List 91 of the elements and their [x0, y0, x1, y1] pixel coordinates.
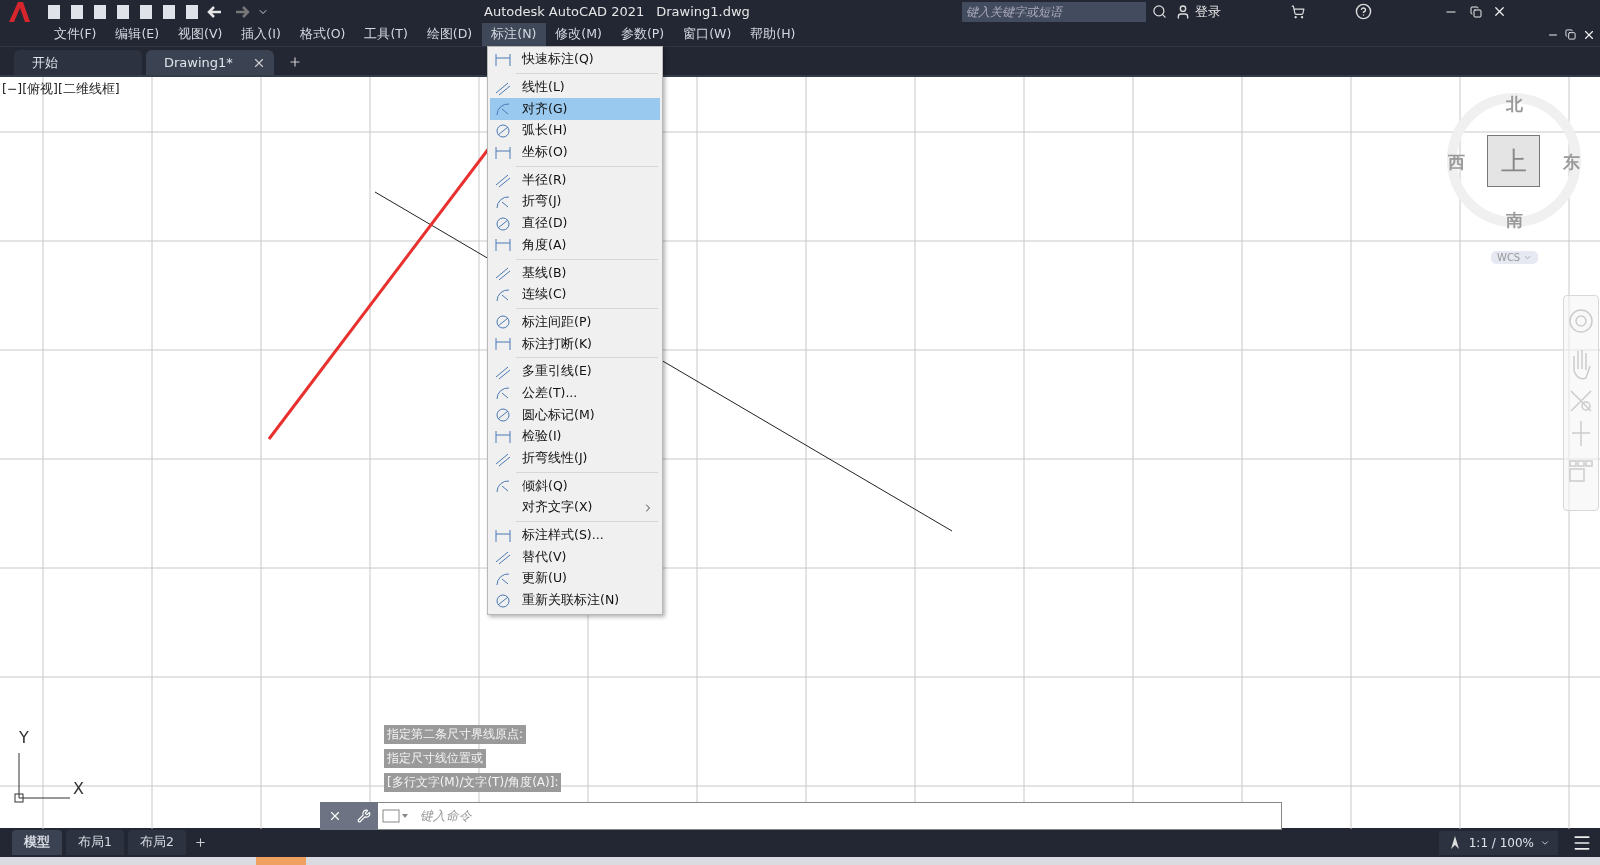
menu-option[interactable]: 坐标(O) [490, 141, 660, 164]
dimension-icon [494, 172, 512, 189]
document-tab[interactable]: 开始 [14, 50, 142, 75]
dimension-icon [494, 478, 512, 495]
dimension-icon [494, 193, 512, 210]
dimension-icon [494, 144, 512, 161]
dimension-icon [494, 570, 512, 587]
menu-option[interactable]: 多重引线(E) [490, 360, 660, 383]
menu-option[interactable]: 标注间距(P) [490, 311, 660, 334]
restore-icon[interactable] [1469, 5, 1482, 18]
add-layout-icon[interactable] [193, 836, 207, 849]
dimension-icon [494, 428, 512, 445]
dimension-icon [494, 314, 512, 331]
dimension-icon [494, 101, 512, 118]
dimension-icon [494, 265, 512, 282]
y-axis-label: Y [19, 728, 29, 747]
dimension-icon [494, 407, 512, 424]
submenu-option[interactable]: 对齐文字(X) [490, 497, 660, 519]
menu-item[interactable]: 文件(F) [44, 23, 106, 46]
layout-tab[interactable]: 模型 [12, 830, 62, 855]
menu-option[interactable]: 快速标注(Q) [490, 49, 660, 71]
x-axis-label: X [73, 779, 84, 798]
menu-option[interactable]: 圆心标记(M) [490, 404, 660, 426]
menu-option[interactable]: 直径(D) [490, 212, 660, 235]
toolbar-file-icon[interactable] [138, 3, 154, 20]
menu-item[interactable]: 帮助(H) [740, 23, 805, 46]
menu-option[interactable]: 更新(U) [490, 568, 660, 590]
menu-option[interactable]: 折弯线性(J) [490, 447, 660, 470]
dimension-icon [494, 122, 512, 139]
window-title: Autodesk AutoCAD 2021 [484, 4, 645, 19]
menu-option[interactable]: 检验(I) [490, 426, 660, 448]
menu-item[interactable]: 修改(M) [545, 23, 612, 46]
restore-icon[interactable] [1565, 29, 1576, 40]
toolbar-file-icon[interactable] [92, 3, 108, 20]
dimension-icon [494, 592, 512, 609]
taskbar-highlight [256, 857, 306, 865]
cart-icon[interactable] [1290, 4, 1305, 19]
menu-item[interactable]: 窗口(W) [673, 23, 741, 46]
command-prompt-icon [382, 809, 410, 823]
command-history-button[interactable] [378, 802, 410, 830]
menu-item[interactable]: 工具(T) [354, 23, 418, 46]
toolbar-file-icon[interactable] [115, 3, 131, 20]
menu-item[interactable]: 视图(V) [168, 23, 232, 46]
layout-tab[interactable]: 布局2 [127, 830, 186, 855]
dimension-icon [494, 549, 512, 566]
menu-option[interactable]: 弧长(H) [490, 120, 660, 142]
caret-icon [1523, 253, 1533, 262]
menu-option[interactable]: 角度(A) [490, 234, 660, 257]
menu-item[interactable]: 插入(I) [231, 23, 291, 46]
toolbar-file-icon[interactable] [69, 3, 85, 20]
wrench-icon[interactable] [356, 809, 371, 823]
menu-item[interactable]: 编辑(E) [105, 23, 169, 46]
menu-option[interactable]: 标注打断(K) [490, 333, 660, 355]
menu-option[interactable]: 倾斜(Q) [490, 475, 660, 498]
menu-option[interactable]: 替代(V) [490, 546, 660, 569]
toolbar-file-icon[interactable] [46, 3, 62, 20]
dimension-icon [494, 336, 512, 353]
toolbar-file-icon[interactable] [184, 3, 200, 20]
menu-option[interactable]: 标注样式(S)... [490, 524, 660, 547]
dimension-icon [494, 527, 512, 544]
app-logo-icon[interactable] [6, 0, 32, 23]
menu-option[interactable]: 连续(C) [490, 283, 660, 306]
menu-option[interactable]: 公差(T)... [490, 382, 660, 405]
menu-option[interactable]: 半径(R) [490, 169, 660, 192]
menu-item[interactable]: 绘图(D) [417, 23, 482, 46]
menu-option[interactable]: 基线(B) [490, 262, 660, 284]
command-input[interactable]: 键入命令 [410, 802, 1282, 830]
menu-option[interactable]: 线性(L) [490, 76, 660, 99]
toolbar-file-icon[interactable] [161, 3, 177, 20]
dimension-icon [494, 51, 512, 68]
menu-option[interactable]: 折弯(J) [490, 191, 660, 213]
login-link[interactable]: 登录 [1194, 2, 1221, 21]
document-name: Drawing1.dwg [656, 4, 750, 19]
dimension-icon [494, 215, 512, 232]
dimension-icon [494, 286, 512, 303]
menu-item[interactable]: 参数(P) [611, 23, 674, 46]
dimension-icon [494, 237, 512, 254]
menu-item[interactable]: 格式(O) [290, 23, 355, 46]
help-icon[interactable] [1354, 3, 1372, 20]
menu-option[interactable]: 对齐(G) [490, 98, 660, 121]
search-icon[interactable] [1151, 4, 1167, 19]
ucs-axes-icon [13, 753, 73, 803]
menu-option[interactable]: 重新关联标注(N) [490, 589, 660, 612]
viewport-label[interactable]: [−][俯视][二维线框] [2, 81, 120, 98]
dimension-icon [494, 385, 512, 402]
menu-item[interactable]: 标注(N) [481, 23, 546, 46]
annotation-scale-button[interactable]: 1:1 / 100% [1438, 830, 1558, 855]
search-field[interactable]: 键入关键字或短语 [961, 1, 1146, 22]
layout-tab[interactable]: 布局1 [66, 830, 124, 855]
new-tab-icon[interactable] [288, 55, 302, 69]
document-tab[interactable]: Drawing1* [146, 50, 274, 75]
